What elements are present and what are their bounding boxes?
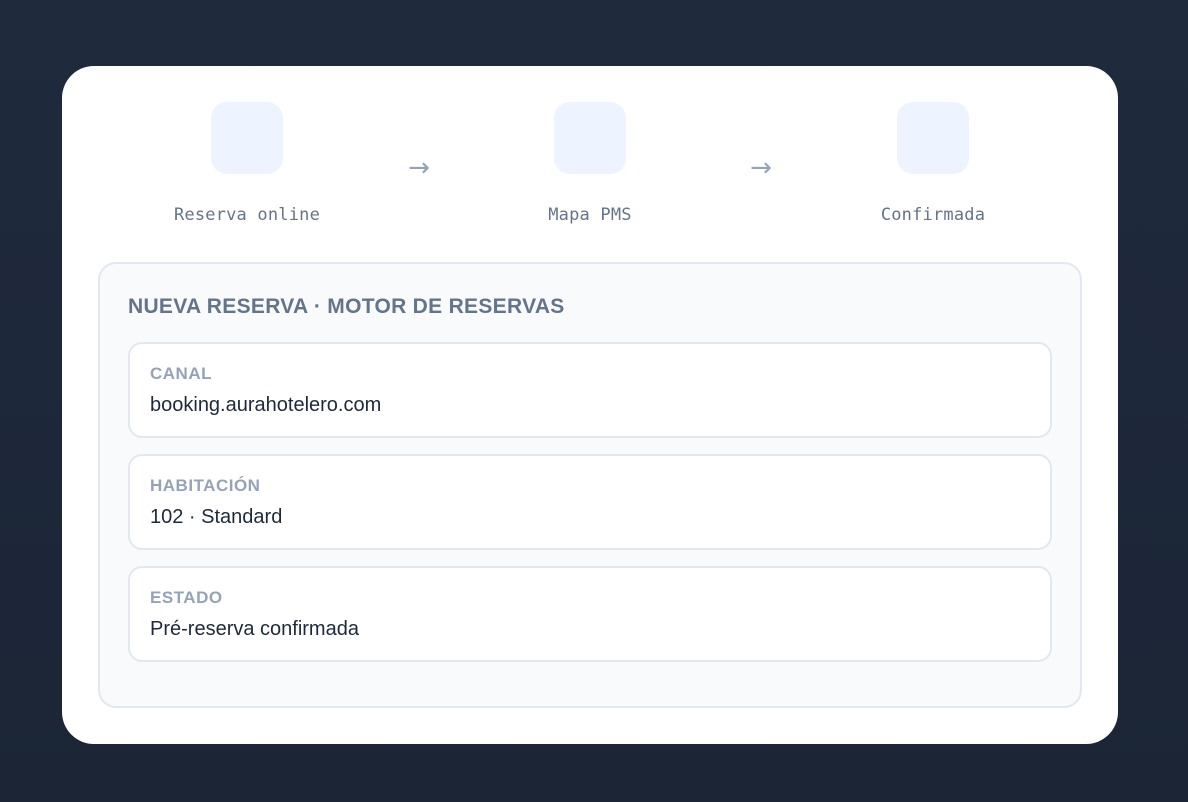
- reservation-panel: NUEVA RESERVA · MOTOR DE RESERVAS CANAL …: [98, 262, 1082, 708]
- step-label: Reserva online: [173, 205, 321, 225]
- field-label: HABITACIÓN: [150, 476, 261, 495]
- step-icon: [897, 102, 969, 174]
- booking-flow-card: Reserva online → Mapa PMS → Confirmada N…: [62, 66, 1118, 744]
- booking-steps: Reserva online → Mapa PMS → Confirmada: [62, 66, 1118, 256]
- field-label: CANAL: [150, 364, 212, 383]
- field-habitacion: HABITACIÓN 102 · Standard: [128, 454, 1052, 550]
- step-reserva-online: Reserva online: [147, 102, 347, 225]
- step-icon: [211, 102, 283, 174]
- field-canal: CANAL booking.aurahotelero.com: [128, 342, 1052, 438]
- step-mapa-pms: Mapa PMS: [490, 102, 690, 225]
- arrow-right-icon: →: [750, 153, 772, 183]
- step-confirmada: Confirmada: [833, 102, 1033, 225]
- field-value: Pré-reserva confirmada: [150, 618, 359, 640]
- field-label: ESTADO: [150, 588, 223, 607]
- step-label: Confirmada: [880, 205, 986, 225]
- field-estado: ESTADO Pré-reserva confirmada: [128, 566, 1052, 662]
- field-value: booking.aurahotelero.com: [150, 394, 382, 416]
- arrow-right-icon: →: [408, 153, 430, 183]
- step-icon: [554, 102, 626, 174]
- step-label: Mapa PMS: [548, 205, 632, 225]
- panel-title: NUEVA RESERVA · MOTOR DE RESERVAS: [128, 295, 565, 318]
- field-value: 102 · Standard: [150, 506, 283, 528]
